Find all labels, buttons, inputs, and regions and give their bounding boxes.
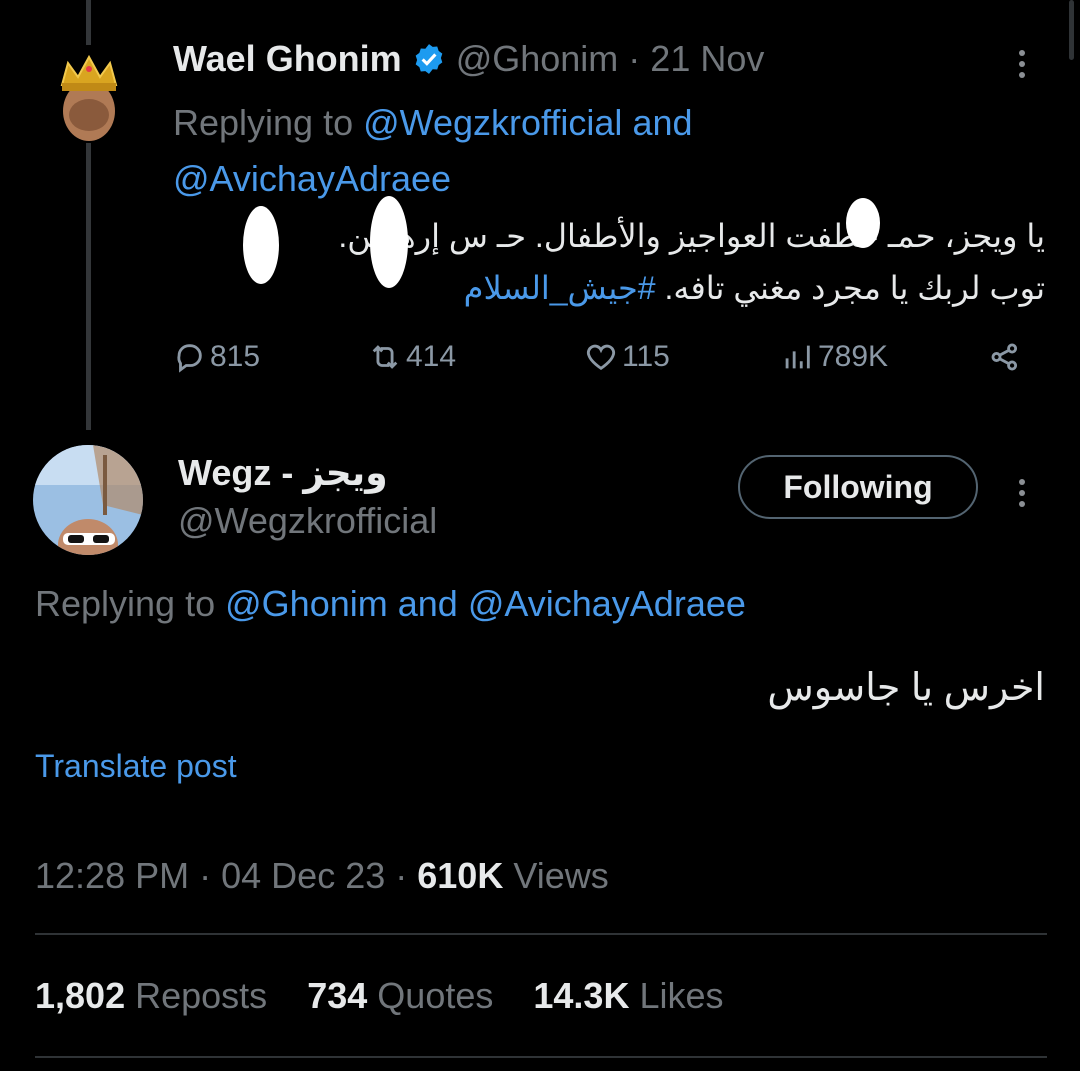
tweet-text-line: يا ويجز، حمـ خطفت العواجيز والأطفال. حـ … [338, 218, 1045, 254]
reposts-stat[interactable]: 1,802 Reposts [35, 975, 267, 1016]
following-button[interactable]: Following [738, 455, 978, 519]
reply-icon [177, 344, 202, 373]
repost-button[interactable]: 414 [368, 340, 456, 374]
mention-link[interactable]: @AvichayAdraee [173, 158, 451, 199]
views-icon [785, 345, 810, 369]
author-handle[interactable]: @Wegzkrofficial [178, 500, 437, 542]
tweet1-header: Wael Ghonim @Ghonim · 21 Nov [173, 38, 764, 80]
tweet-timestamp: 12:28 PM · 04 Dec 23 · 610K Views [35, 855, 609, 896]
more-icon[interactable] [1019, 45, 1025, 83]
mention-link[interactable]: @Wegzkrofficial [363, 102, 622, 143]
separator-dot: · [628, 38, 641, 79]
quotes-stat[interactable]: 734 Quotes [307, 975, 493, 1016]
avatar-wael-ghonim[interactable] [40, 45, 138, 143]
scrollbar[interactable] [1069, 0, 1074, 60]
hashtag-link[interactable]: #جيش_السلام [464, 270, 656, 306]
tweet-date[interactable]: 04 Dec 23 [221, 855, 385, 896]
likes-stat[interactable]: 14.3K Likes [533, 975, 723, 1016]
views-label: Views [513, 855, 609, 896]
tweet-text: اخرس يا جاسوس [767, 667, 1045, 709]
engagement-stats: 1,802 Reposts 734 Quotes 14.3K Likes [35, 975, 754, 1017]
avatar-wegz[interactable] [33, 445, 143, 555]
translate-link[interactable]: Translate post [35, 748, 237, 785]
mention-link[interactable]: @AvichayAdraee [468, 583, 746, 624]
share-button[interactable] [988, 340, 1022, 374]
like-button[interactable]: 115 [584, 340, 670, 374]
author-handle[interactable]: @Ghonim [456, 38, 619, 80]
redaction-mark [846, 198, 880, 248]
tweet-text-line2: توب لربك يا مجرد مغني تافه. #جيش_السلام [463, 270, 1045, 306]
redaction-mark [370, 196, 408, 288]
tweet-time[interactable]: 12:28 PM [35, 855, 189, 896]
views-button[interactable]: 789K [780, 340, 888, 374]
divider [35, 1056, 1047, 1058]
repost-icon [372, 345, 398, 369]
like-icon [586, 344, 616, 371]
share-icon [991, 343, 1018, 371]
replying-to: Replying to @Ghonim and @AvichayAdraee [35, 583, 746, 624]
replying-to: Replying to @Wegzkrofficial and @Avichay… [173, 102, 693, 199]
author-name[interactable]: Wael Ghonim [173, 38, 402, 80]
divider [35, 933, 1047, 935]
mention-link[interactable]: @Ghonim [225, 583, 388, 624]
views-count: 610K [417, 855, 504, 896]
author-name[interactable]: Wegz - ويجز [178, 452, 388, 494]
action-bar: 815 414 115 789K [172, 340, 1032, 384]
redaction-mark [243, 206, 279, 284]
reply-button[interactable]: 815 [172, 340, 260, 374]
verified-badge-icon [415, 44, 443, 74]
more-icon[interactable] [1019, 474, 1025, 512]
tweet-text: يا ويجز، حمـ خطفت العواجيز والأطفال. حـ … [185, 210, 1045, 314]
tweet-date[interactable]: 21 Nov [650, 38, 764, 80]
